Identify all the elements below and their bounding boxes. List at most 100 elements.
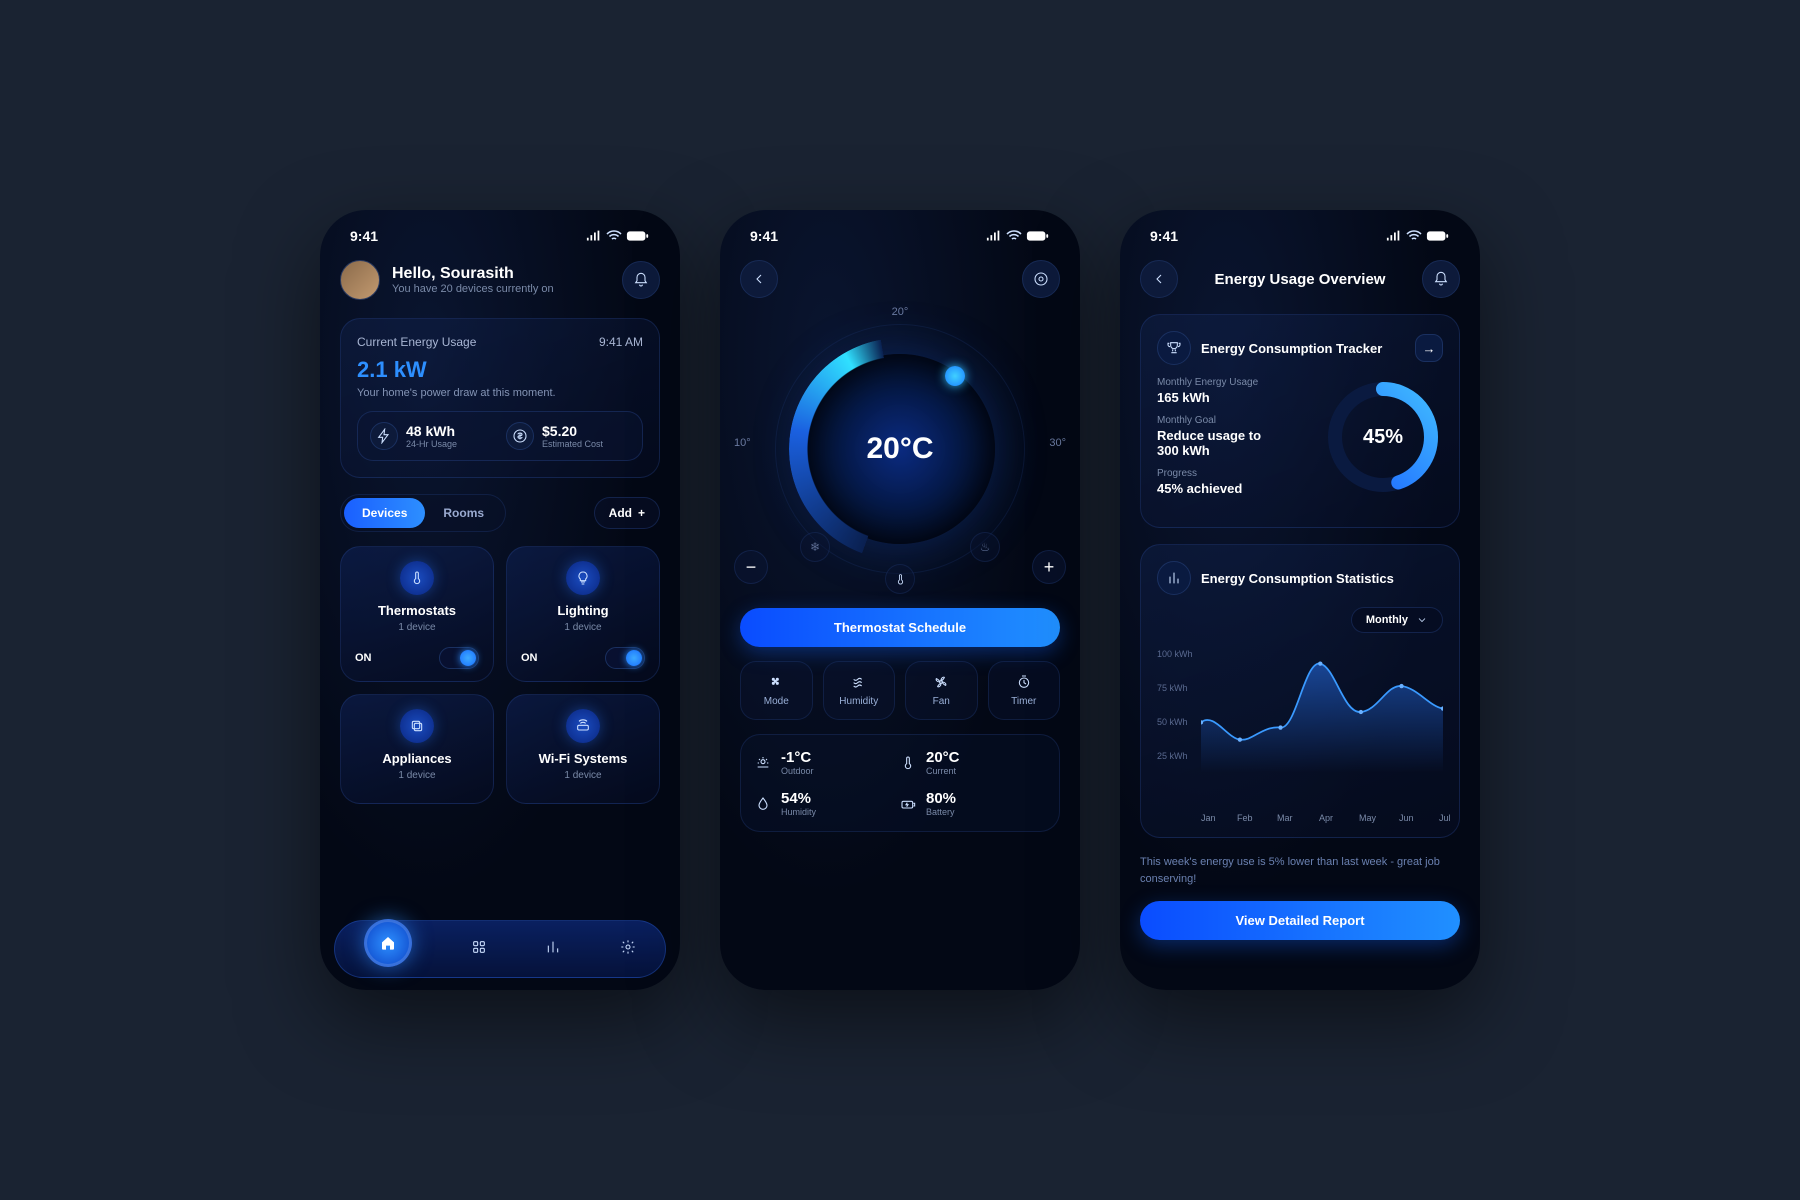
nav-settings[interactable] [620,939,636,960]
insight-note: This week's energy use is 5% lower than … [1140,854,1460,887]
metric-label: Monthly Energy Usage [1157,377,1309,388]
device-toggle[interactable] [605,647,645,669]
bell-icon [633,272,649,288]
progress-percent: 45% [1323,377,1443,497]
dial-knob[interactable] [945,366,965,386]
plus-icon: + [638,506,645,520]
energy-overview-screen: 9:41 Energy Usage Overview Energy Consum… [1120,210,1480,990]
settings-button[interactable] [1022,260,1060,298]
flame-icon: ♨ [980,540,991,554]
tracker-open-button[interactable]: → [1415,334,1443,362]
chevron-down-icon [1416,614,1428,626]
mode-heat-shortcut[interactable]: ♨ [970,532,1000,562]
thermostat-schedule-button[interactable]: Thermostat Schedule [740,608,1060,647]
device-state: ON [521,652,538,664]
stat-value: 54% [781,790,816,807]
thermometer-icon [400,561,434,595]
metric-value: Reduce usage to 300 kWh [1157,428,1277,458]
tab-devices[interactable]: Devices [344,498,425,528]
bulb-icon [566,561,600,595]
device-wifi[interactable]: Wi-Fi Systems 1 device [506,694,660,804]
device-name: Appliances [382,751,451,766]
arrow-right-icon: → [1423,341,1436,356]
device-state: ON [355,652,372,664]
stat-humidity: 54%Humidity [755,790,900,817]
status-indicators [986,228,1050,244]
home-icon [380,935,396,951]
nav-grid[interactable] [471,939,487,960]
usage-time: 9:41 AM [599,335,643,349]
bell-icon [1433,271,1449,287]
mode-icon [768,674,784,690]
mode-cool-shortcut[interactable]: ❄ [800,532,830,562]
x-tick: Mar [1277,813,1293,823]
device-thermostats[interactable]: Thermostats 1 device ON [340,546,494,682]
battery-charge-icon [900,796,916,812]
device-toggle[interactable] [439,647,479,669]
chart-icon [1157,561,1191,595]
nav-home[interactable] [364,919,412,967]
view-report-button[interactable]: View Detailed Report [1140,901,1460,940]
stat-outdoor: -1°COutdoor [755,749,900,776]
metric-value: 45% achieved [1157,481,1309,496]
device-count: 1 device [564,622,601,633]
stat-24hr-value: 48 kWh [406,423,457,439]
device-grid: Thermostats 1 device ON Lighting 1 devic… [340,546,660,804]
thermometer-icon [894,573,907,586]
arc-label-right: 30° [1049,437,1066,449]
tabs-row: Devices Rooms Add + [340,494,660,532]
back-button[interactable] [1140,260,1178,298]
mode-thermo-shortcut[interactable] [885,564,915,594]
device-name: Thermostats [378,603,456,618]
arc-label-left: 10° [734,437,751,449]
range-dropdown[interactable]: Monthly [1351,607,1443,633]
add-button[interactable]: Add + [594,497,660,529]
stats-title: Energy Consumption Statistics [1201,571,1443,586]
energy-chart: 100 kWh 75 kWh 50 kWh 25 kWh Jan Feb Mar… [1157,643,1443,823]
stat-label: Current [926,766,960,776]
control-timer[interactable]: Timer [988,661,1061,720]
tracker-metrics: Monthly Energy Usage165 kWh Monthly Goal… [1157,377,1309,497]
current-kw: 2.1 kW [357,357,643,383]
notifications-button[interactable] [622,261,660,299]
snowflake-icon: ❄ [810,540,820,554]
control-mode[interactable]: Mode [740,661,813,720]
control-humidity[interactable]: Humidity [823,661,896,720]
status-bar: 9:41 [1120,228,1480,254]
signal-icon [986,228,1002,244]
signal-icon [1386,228,1402,244]
back-button[interactable] [740,260,778,298]
battery-icon [1426,228,1450,244]
battery-icon [1026,228,1050,244]
device-count: 1 device [398,770,435,781]
tab-bar [334,920,666,978]
device-appliances[interactable]: Appliances 1 device [340,694,494,804]
overview-header: Energy Usage Overview [1140,260,1460,298]
decrease-temp-button[interactable]: − [734,550,768,584]
control-fan[interactable]: Fan [905,661,978,720]
dollar-icon [506,422,534,450]
plus-icon: + [1044,557,1055,578]
waves-icon [851,674,867,690]
home-screen: 9:41 Hello, Sourasith You have 20 device… [320,210,680,990]
arc-label-top: 20° [892,306,909,318]
notifications-button[interactable] [1422,260,1460,298]
trophy-icon [1157,331,1191,365]
progress-ring: 45% [1323,377,1443,497]
metric-value: 165 kWh [1157,390,1309,405]
dial-temperature: 20°C [866,432,933,466]
stat-label: Outdoor [781,766,814,776]
nav-stats[interactable] [545,939,561,960]
avatar[interactable] [340,260,380,300]
page-title: Energy Usage Overview [1188,271,1412,288]
thermostat-dial[interactable]: 20°C [805,354,995,544]
tab-rooms[interactable]: Rooms [425,498,502,528]
bars-icon [545,939,561,955]
status-time: 9:41 [1150,228,1178,244]
gear-icon [1033,271,1049,287]
control-label: Fan [933,696,950,707]
y-tick: 50 kWh [1157,717,1188,727]
device-lighting[interactable]: Lighting 1 device ON [506,546,660,682]
increase-temp-button[interactable]: + [1032,550,1066,584]
wifi-icon [1006,228,1022,244]
